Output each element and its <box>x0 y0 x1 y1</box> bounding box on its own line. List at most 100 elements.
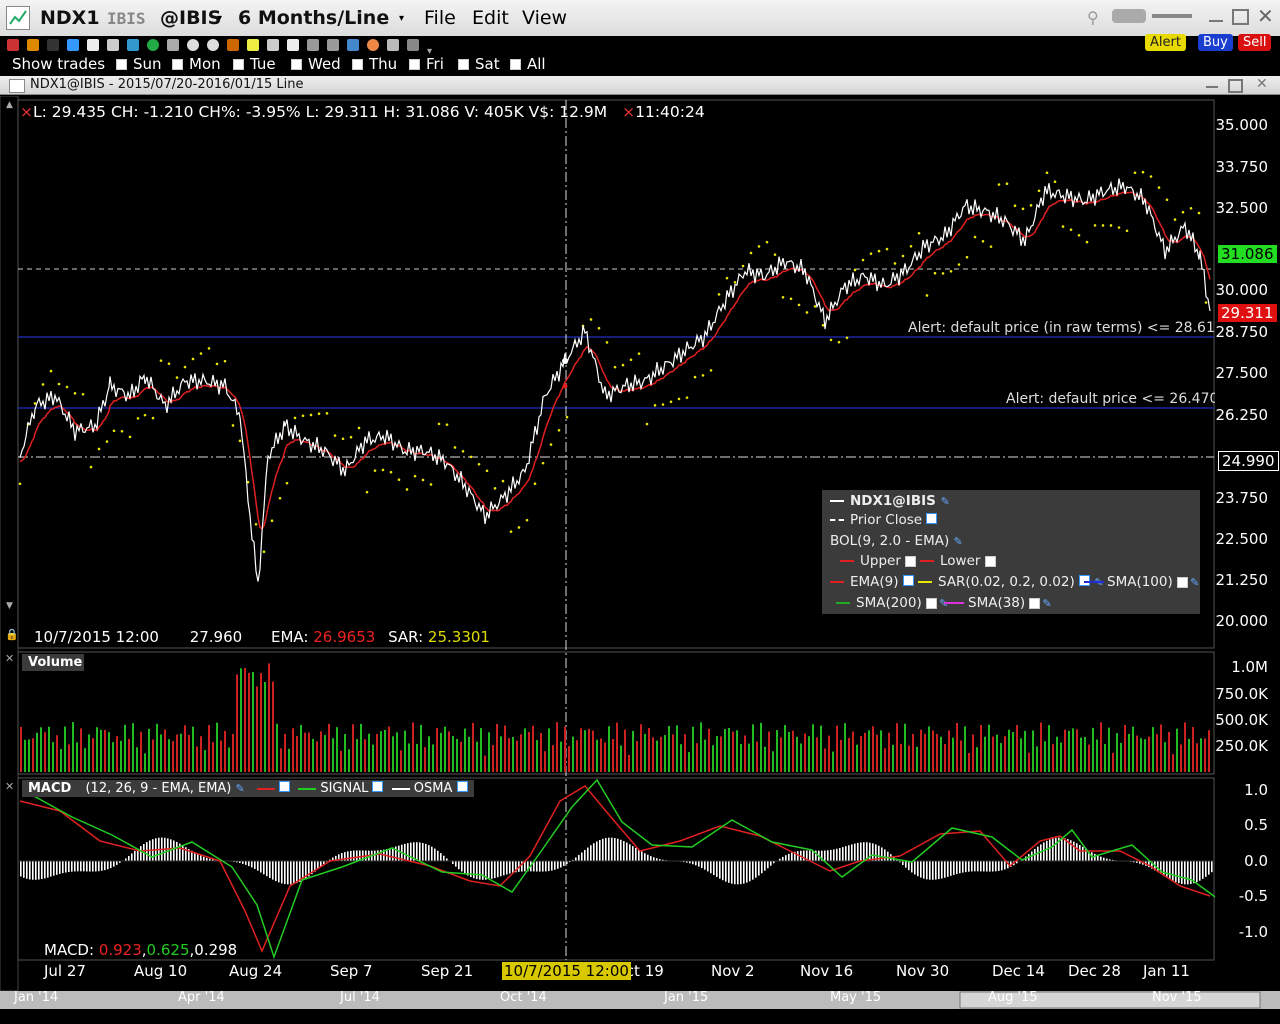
scroll-axis[interactable]: Jan '14 Apr '14 Jul '14 Oct '14 Jan '15 … <box>0 990 1280 1006</box>
buy-button[interactable]: Buy <box>1198 34 1233 51</box>
legend-lower[interactable]: Lower <box>920 553 1002 569</box>
price-pane-collapse-icon[interactable]: ▲ <box>6 100 13 110</box>
dollar-icon[interactable] <box>147 39 159 51</box>
edit-icon[interactable]: ✎ <box>1042 597 1051 610</box>
cursor-ema-point <box>562 383 568 389</box>
group-icon[interactable] <box>1112 9 1146 23</box>
palette-icon[interactable] <box>367 39 379 51</box>
legend-sar[interactable]: SAR(0.02, 0.2, 0.02) ✎ <box>918 574 1104 590</box>
legend-upper[interactable]: Upper <box>840 553 922 569</box>
draw-icon[interactable] <box>87 39 99 51</box>
day-tue[interactable]: Tue <box>233 55 276 73</box>
exchange-selector[interactable]: @IBIS <box>160 7 221 29</box>
checkbox-checked-icon[interactable] <box>372 781 384 792</box>
alert-label-2[interactable]: Alert: default price <= 26.470 <box>1006 391 1218 407</box>
price-pane-expand-icon[interactable]: ▼ <box>6 601 13 611</box>
macd-header[interactable]: MACD (12, 26, 9 - EMA, EMA) ✎ SIGNAL OSM… <box>22 780 474 797</box>
period-dropdown-icon[interactable]: ▾ <box>399 13 404 24</box>
price-axis[interactable]: 35.000 33.750 32.500 30.000 28.750 27.50… <box>1215 100 1280 970</box>
legend-sma200[interactable]: SMA(200) ✎ <box>836 595 948 611</box>
legend-ema[interactable]: EMA(9) <box>830 574 914 590</box>
bar-chart-icon[interactable] <box>107 39 119 51</box>
expand-icon[interactable] <box>307 39 319 51</box>
checkbox-icon[interactable] <box>172 59 183 70</box>
checkbox-icon[interactable] <box>1177 576 1189 588</box>
sar-dot <box>341 437 345 441</box>
legend-bol[interactable]: BOL(9, 2.0 - EMA) ✎ <box>830 533 963 549</box>
chart-legend[interactable]: NDX1@IBIS ✎ Prior Close BOL(9, 2.0 - EMA… <box>822 490 1200 614</box>
menu-edit[interactable]: Edit <box>472 7 509 29</box>
checkbox-checked-icon[interactable] <box>926 513 938 524</box>
settings-icon[interactable] <box>387 39 399 51</box>
magic-icon[interactable] <box>247 39 259 51</box>
checkbox-checked-icon[interactable] <box>902 575 914 586</box>
maximize-icon[interactable] <box>1232 9 1249 25</box>
alert-button[interactable]: Alert <box>1145 34 1186 51</box>
checkbox-icon[interactable] <box>116 59 127 70</box>
day-sun[interactable]: Sun <box>116 55 162 73</box>
checkbox-icon[interactable] <box>1029 597 1041 609</box>
panel-minimize-icon[interactable] <box>1206 86 1218 88</box>
fit-icon[interactable] <box>287 39 299 51</box>
link-icon[interactable]: ⚲ <box>1087 8 1099 27</box>
day-fri[interactable]: Fri <box>409 55 444 73</box>
checkbox-icon[interactable] <box>409 59 420 70</box>
pin-icon[interactable] <box>1152 14 1192 18</box>
period-selector[interactable]: 6 Months/Line <box>238 7 389 29</box>
day-sat[interactable]: Sat <box>458 55 500 73</box>
link-arrows-icon[interactable] <box>347 39 359 51</box>
legend-series[interactable]: NDX1@IBIS ✎ <box>830 493 950 509</box>
checkbox-icon[interactable] <box>458 59 469 70</box>
checkbox-icon[interactable] <box>984 555 996 567</box>
day-mon[interactable]: Mon <box>172 55 221 73</box>
volume-bar <box>152 739 154 772</box>
day-all[interactable]: All <box>510 55 546 73</box>
edit-icon[interactable]: ✎ <box>1190 576 1199 589</box>
edit-icon[interactable]: ✎ <box>954 535 963 548</box>
panel-close-icon[interactable]: ✕ <box>1256 76 1268 92</box>
edit-icon[interactable]: ✎ <box>236 782 245 795</box>
volume-pane-close-icon[interactable]: ✕ <box>5 652 14 665</box>
checkbox-icon[interactable] <box>233 59 244 70</box>
volume-bar <box>1108 727 1110 772</box>
checkbox-icon[interactable] <box>905 555 917 567</box>
arrow-icon[interactable] <box>27 39 39 51</box>
legend-sma100[interactable]: SMA(100) ✎ <box>1084 574 1199 590</box>
cursor-icon[interactable] <box>47 39 59 51</box>
tools-icon[interactable] <box>407 39 419 51</box>
checkbox-icon[interactable] <box>352 59 363 70</box>
cross-icon[interactable] <box>227 39 239 51</box>
time-axis[interactable]: Jul 27 Aug 10 Aug 24 Sep 7 Sep 21 Oct 19… <box>0 962 1215 984</box>
checkbox-checked-icon[interactable] <box>456 781 468 792</box>
volume-icon[interactable] <box>127 39 139 51</box>
time-tick: Aug 10 <box>134 962 188 980</box>
macd-pane-close-icon[interactable]: ✕ <box>5 780 14 793</box>
legend-prior-close[interactable]: Prior Close <box>830 512 938 528</box>
day-thu[interactable]: Thu <box>352 55 397 73</box>
checkbox-checked-icon[interactable] <box>279 781 291 792</box>
symbol-label[interactable]: NDX1 <box>40 7 100 29</box>
close-icon[interactable]: ✕ <box>1257 4 1274 28</box>
panel-restore-icon[interactable] <box>1228 79 1243 93</box>
crosshair-icon[interactable] <box>7 39 19 51</box>
volume-title[interactable]: Volume <box>22 654 84 671</box>
checkbox-icon[interactable] <box>291 59 302 70</box>
sell-button[interactable]: Sell <box>1238 34 1272 51</box>
pane-lock-icon[interactable]: 🔒 <box>5 628 19 641</box>
day-wed[interactable]: Wed <box>291 55 341 73</box>
trendline-icon[interactable] <box>167 39 179 51</box>
exchange-dropdown-icon[interactable]: ▾ <box>217 13 222 24</box>
legend-sma38[interactable]: SMA(38) ✎ <box>944 595 1052 611</box>
text-icon[interactable] <box>67 39 79 51</box>
compress-icon[interactable] <box>327 39 339 51</box>
edit-icon[interactable]: ✎ <box>941 495 950 508</box>
minimize-icon[interactable] <box>1209 20 1223 22</box>
zoom-out-icon[interactable] <box>207 39 219 51</box>
checkbox-icon[interactable] <box>926 597 938 609</box>
zoom-in-icon[interactable] <box>187 39 199 51</box>
alert-label-1[interactable]: Alert: default price (in raw terms) <= 2… <box>908 320 1224 336</box>
layout-icon[interactable] <box>267 39 279 51</box>
checkbox-icon[interactable] <box>510 59 521 70</box>
menu-view[interactable]: View <box>522 7 567 29</box>
menu-file[interactable]: File <box>424 7 456 29</box>
